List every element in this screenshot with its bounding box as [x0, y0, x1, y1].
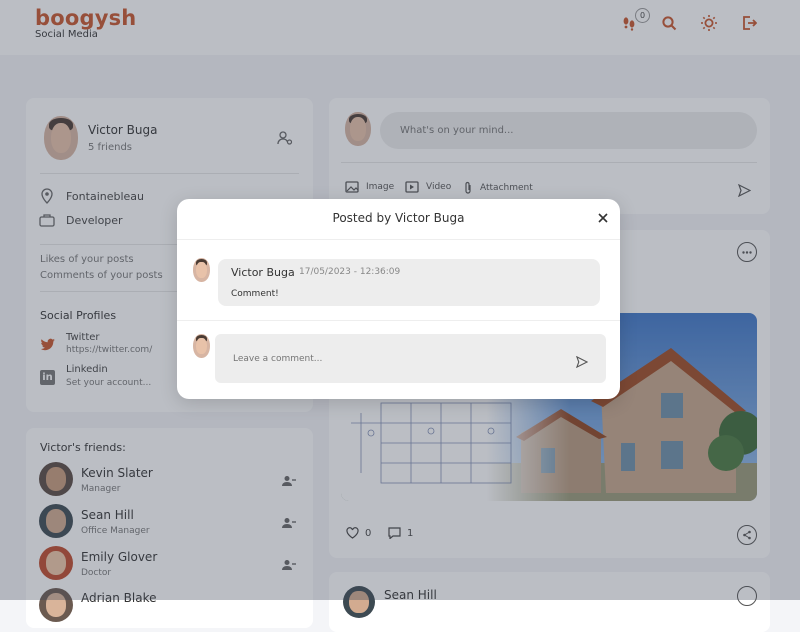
comment-author-avatar[interactable]	[193, 258, 210, 282]
post-comments-modal: Posted by Victor Buga Victor Buga 17/05/…	[177, 199, 620, 399]
divider	[177, 320, 620, 321]
comment-bubble: Victor Buga 17/05/2023 - 12:36:09 Commen…	[218, 259, 600, 306]
comment-text: Comment!	[231, 289, 279, 299]
comment-timestamp: 17/05/2023 - 12:36:09	[299, 267, 401, 277]
modal-title: Posted by Victor Buga	[332, 211, 465, 225]
close-icon[interactable]	[598, 211, 608, 227]
current-user-avatar[interactable]	[193, 334, 210, 358]
comment-author[interactable]: Victor Buga	[231, 266, 295, 279]
divider	[177, 239, 620, 240]
comment-input-box	[215, 334, 606, 383]
send-comment-icon[interactable]	[575, 353, 589, 372]
comment-input[interactable]	[215, 334, 565, 383]
